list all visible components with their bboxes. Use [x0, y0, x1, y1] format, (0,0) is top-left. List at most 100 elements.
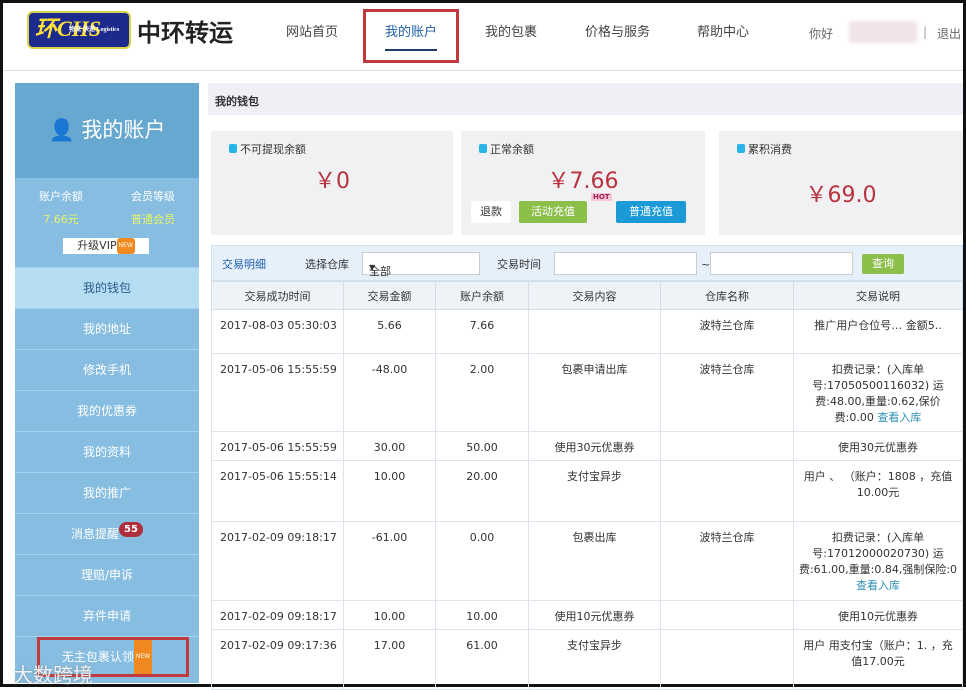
card-normal-balance: 正常余额 ￥7.66 退款 活动充值 HOT 普通充值	[461, 131, 705, 235]
logo-sub: 物流·快递 Logistics	[69, 27, 120, 33]
table-cell: 50.00	[435, 431, 529, 461]
sidebar-item-promotion[interactable]: 我的推广	[15, 472, 199, 513]
table-cell: -48.00	[343, 353, 436, 432]
cell-text: 10.00	[373, 610, 406, 623]
sidebar-item-claims[interactable]: 理赔/申诉	[15, 554, 199, 595]
search-button[interactable]: 查询	[862, 254, 904, 274]
cell-text: 支付宝异步	[567, 470, 622, 483]
table-cell: 推广用户仓位号… 金额5..	[793, 309, 963, 354]
table-cell: 包裹申请出库	[528, 353, 661, 432]
level-value: 普通会员	[131, 213, 175, 226]
upgrade-vip-button[interactable]: 升级VIP NEW	[63, 238, 149, 254]
sidebar-item-phone[interactable]: 修改手机	[15, 349, 199, 390]
cell-text: 5.66	[377, 319, 402, 332]
cell-text: 用户 、 （账户：1808 ，充值10.00元	[803, 470, 953, 499]
card-amount: ￥69.0	[805, 183, 877, 208]
nav-home[interactable]: 网站首页	[286, 21, 338, 40]
table-cell: 使用30元优惠券	[793, 431, 963, 461]
table-cell	[660, 431, 794, 461]
sidebar-item-coupons[interactable]: 我的优惠券	[15, 390, 199, 431]
table-cell: 7.66	[435, 309, 529, 354]
table-row: 2017-02-09 09:18:17 -61.00 0.00 包裹出库 波特兰仓库 扣费…	[211, 521, 963, 601]
table-cell: 5.66	[343, 309, 436, 354]
cell-text: 波特兰仓库	[699, 363, 755, 376]
sidebar-item-wallet[interactable]: 我的钱包	[15, 267, 199, 308]
cell-text: 2017-05-06 15:55:14	[220, 470, 337, 483]
username-redacted	[849, 21, 917, 43]
column-header: 仓库名称	[660, 281, 794, 310]
table-cell: 2017-02-09 09:18:17	[211, 600, 344, 630]
warehouse-select[interactable]: 全部 ▼	[362, 252, 480, 278]
table-cell: 波特兰仓库	[660, 521, 794, 601]
table-cell: 扣费记录：(入库单号:17050500116032) 运费:48.00,重量:0…	[793, 353, 963, 432]
card-amount: ￥0	[314, 169, 350, 194]
nav-pricing[interactable]: 价格与服务	[585, 21, 650, 40]
user-icon: 👤	[48, 118, 75, 142]
table-row: 2017-05-06 15:55:59 30.00 50.00 使用30元优惠券 使用3…	[211, 431, 963, 461]
card-nonwithdrawable: 不可提现余额 ￥0	[211, 131, 453, 235]
end-date-input[interactable]	[710, 252, 853, 275]
top-header: 环CHS 物流·快递 Logistics 中环转运 网站首页 我的账户 我的包裹 …	[3, 3, 963, 71]
table-cell: 2017-08-03 05:30:03	[211, 309, 344, 354]
sidebar-item-abandon[interactable]: 弃件申请	[15, 595, 199, 636]
table-cell	[528, 309, 661, 354]
cell-text: 2017-05-06 15:55:59	[220, 363, 337, 376]
table-cell: 2017-05-06 15:55:14	[211, 460, 344, 522]
cell-text: 用户 用支付宝（账户：1. ，充值17.00元	[803, 639, 953, 668]
account-stats: 账户余额 会员等级 7.66元 普通会员 升级VIP NEW	[15, 178, 199, 267]
normal-recharge-button[interactable]: 普通充值	[616, 201, 686, 223]
table-cell: 扣费记录：(入库单号:17012000020730) 运费:61.00,重量:0…	[793, 521, 963, 601]
wallet-title: 我的钱包	[208, 83, 963, 115]
nav-my-packages[interactable]: 我的包裹	[485, 21, 537, 40]
table-cell: 包裹出库	[528, 521, 661, 601]
cell-text: 2017-05-06 15:55:59	[220, 441, 337, 454]
table-cell: 10.00	[343, 460, 436, 522]
cell-text: 包裹出库	[572, 531, 617, 544]
table-cell: 2017-05-06 15:55:59	[211, 353, 344, 432]
column-header: 交易说明	[793, 281, 963, 310]
cell-text: 波特兰仓库	[699, 319, 755, 332]
table-cell: 用户 、 （账户：1808 ，充值10.00元	[793, 460, 963, 522]
column-header: 账户余额	[435, 281, 529, 310]
view-inbound-link[interactable]: 查看入库	[856, 579, 900, 592]
table-cell: 2017-02-09 09:18:17	[211, 521, 344, 601]
table-cell	[660, 600, 794, 630]
table-cell: 10.00	[435, 600, 529, 630]
nav-help[interactable]: 帮助中心	[697, 21, 749, 40]
refund-button[interactable]: 退款	[471, 201, 511, 223]
start-date-input[interactable]	[554, 252, 697, 275]
cell-text: 20.00	[466, 470, 498, 483]
column-header: 交易成功时间	[211, 281, 344, 310]
greeting: 你好	[809, 27, 834, 41]
promo-recharge-button[interactable]: 活动充值	[519, 201, 587, 223]
brand-name: 中环转运	[137, 19, 233, 47]
cell-text: 2017-02-09 09:18:17	[220, 610, 337, 623]
table-row: 2017-05-06 15:55:14 10.00 20.00 支付宝异步 用户 、 （…	[211, 460, 963, 522]
table-cell: 0.00	[435, 521, 529, 601]
table-row: 2017-05-06 15:55:59 -48.00 2.00 包裹申请出库 波特兰仓库…	[211, 353, 963, 432]
level-label: 会员等级	[131, 190, 175, 203]
logo[interactable]: 环CHS 物流·快递 Logistics	[27, 11, 131, 49]
table-cell: 2.00	[435, 353, 529, 432]
sidebar-item-address[interactable]: 我的地址	[15, 308, 199, 349]
table-cell: 用户 用支付宝（账户：1. ，充值17.00元	[793, 629, 963, 690]
view-inbound-link[interactable]: 查看入库	[877, 411, 921, 424]
sidebar-item-profile[interactable]: 我的资料	[15, 431, 199, 472]
table-cell: 20.00	[435, 460, 529, 522]
messages-label: 消息提醒	[71, 527, 120, 541]
filter-title: 交易明细	[222, 258, 266, 271]
table-cell: 波特兰仓库	[660, 353, 794, 432]
transactions-table: 交易成功时间 交易金额 账户余额 交易内容 仓库名称 交易说明 2017-08-03 05…	[211, 281, 963, 690]
table-cell: -61.00	[343, 521, 436, 601]
sidebar-item-messages[interactable]: 消息提醒 55	[15, 513, 199, 554]
cell-text: 30.00	[373, 441, 406, 454]
column-header: 交易内容	[528, 281, 661, 310]
sidebar-title: 👤 我的账户	[15, 83, 199, 178]
time-label: 交易时间	[497, 258, 541, 271]
message-count-badge: 55	[119, 522, 143, 537]
logout-link[interactable]: 退出	[937, 25, 961, 42]
table-cell: 波特兰仓库	[660, 309, 794, 354]
table-cell	[660, 629, 794, 690]
cell-text: 支付宝异步	[567, 639, 622, 652]
highlight-box	[363, 9, 459, 63]
